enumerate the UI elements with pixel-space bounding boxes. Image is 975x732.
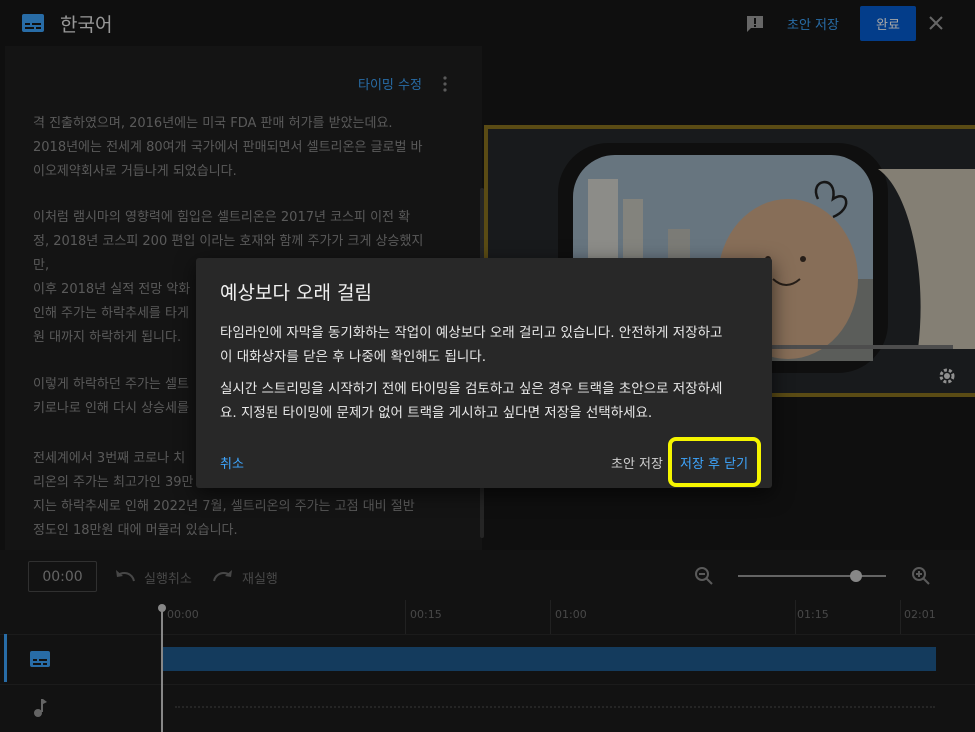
dialog-save-draft-button[interactable]: 초안 저장: [611, 453, 663, 472]
cancel-button[interactable]: 취소: [220, 453, 244, 472]
dialog-body-2: 실시간 스트리밍을 시작하기 전에 타이밍을 검토하고 싶은 경우 트랙을 초안…: [220, 377, 750, 425]
text-line: 타임라인에 자막을 동기화하는 작업이 예상보다 오래 걸리고 있습니다. 안전…: [220, 325, 723, 341]
dialog-title: 예상보다 오래 걸림: [220, 282, 372, 304]
highlight-annotation: [668, 437, 761, 487]
text-line: 요. 지정된 타이밍에 문제가 없어 트랙을 게시하고 싶다면 저장을 선택하세…: [220, 405, 653, 421]
text-line: 이 대화상자를 닫은 후 나중에 확인해도 됩니다.: [220, 349, 487, 365]
dialog-body-1: 타임라인에 자막을 동기화하는 작업이 예상보다 오래 걸리고 있습니다. 안전…: [220, 321, 750, 369]
text-line: 실시간 스트리밍을 시작하기 전에 타이밍을 검토하고 싶은 경우 트랙을 초안…: [220, 381, 723, 397]
